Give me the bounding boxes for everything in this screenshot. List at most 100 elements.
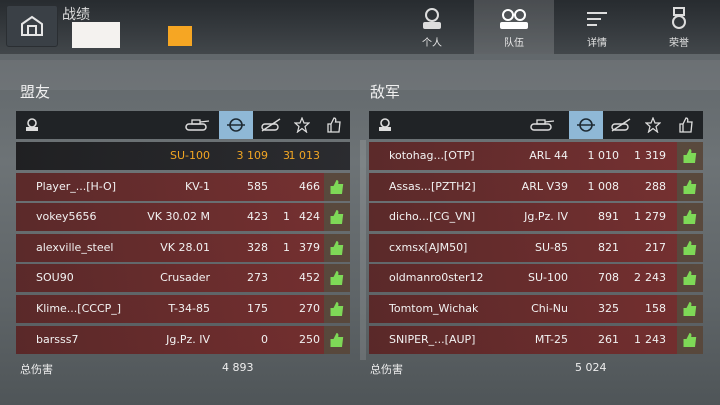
kills-value: 1	[634, 332, 641, 346]
like-button[interactable]	[677, 172, 703, 201]
crew-icon[interactable]	[375, 115, 395, 135]
table-row[interactable]: Assas...[PZTH2] ARL V39 1 008 288	[369, 172, 703, 201]
tab-label: 荣誉	[669, 38, 689, 49]
allies-header	[16, 111, 350, 139]
like-button[interactable]	[677, 325, 703, 354]
like-header-icon[interactable]	[324, 115, 344, 135]
table-row[interactable]: barsss7 Jg.Pz. IV 0 250	[16, 325, 350, 354]
damage-value: 325	[598, 301, 619, 315]
tab-details[interactable]: 详情	[557, 0, 637, 54]
damage-sort-icon[interactable]	[569, 111, 603, 139]
single-tank-crew-icon	[423, 8, 441, 29]
player-name: dicho...[CG_VN]	[389, 210, 476, 224]
like-button[interactable]	[677, 294, 703, 323]
kills-icon[interactable]	[259, 115, 283, 135]
player-name: Tomtom_Wichak	[389, 301, 479, 315]
table-row[interactable]: SOU90 Crusader 273 452	[16, 264, 350, 293]
details-lines-icon	[587, 12, 607, 26]
table-row[interactable]: SNIPER_...[AUP] MT-25 261 1 243	[369, 325, 703, 354]
player-name: SNIPER_...[AUP]	[389, 332, 476, 346]
player-name: kotohag...[OTP]	[389, 149, 475, 162]
like-button[interactable]	[324, 264, 350, 293]
kills-value: 1	[634, 149, 641, 162]
player-name: Klime...[CCCP_]	[36, 301, 122, 315]
like-header-icon[interactable]	[676, 115, 696, 135]
kills-value: 1	[634, 210, 641, 224]
top-bar: 战绩 个人 队伍 详情 荣誉	[0, 0, 720, 54]
like-button[interactable]	[324, 325, 350, 354]
score-value: 243	[645, 271, 666, 285]
thumbs-up-icon	[683, 149, 697, 163]
tank-name: Crusader	[160, 271, 210, 285]
score-value: 279	[645, 210, 666, 224]
thumbs-up-icon	[330, 301, 344, 316]
table-row[interactable]: Player_...[H-O] KV-1 585 466	[16, 172, 350, 201]
redacted-badge	[168, 26, 192, 46]
player-name: Assas...[PZTH2]	[389, 179, 476, 193]
allies-title: 盟友	[20, 83, 51, 101]
thumbs-up-icon	[330, 271, 344, 286]
tank-name: Jg.Pz. IV	[524, 210, 568, 224]
score-value: 379	[299, 240, 320, 254]
player-name: barsss7	[36, 332, 79, 346]
thumbs-up-icon	[330, 179, 344, 194]
enemies-list: kotohag...[OTP] ARL 44 1 010 1 319 Assas...[P…	[369, 142, 703, 356]
tab-label: 详情	[587, 38, 607, 49]
damage-value: 1 010	[587, 149, 620, 162]
table-row[interactable]: dicho...[CG_VN] Jg.Pz. IV 891 1 279	[369, 203, 703, 232]
damage-value: 585	[247, 179, 268, 193]
damage-value: 3 109	[236, 149, 269, 162]
score-value: 319	[645, 149, 666, 162]
table-row[interactable]: Klime...[CCCP_] T-34-85 175 270	[16, 294, 350, 323]
thumbs-up-icon	[330, 332, 344, 347]
hangar-icon	[21, 15, 43, 36]
like-button[interactable]	[324, 203, 350, 232]
allies-total-label: 总伤害	[20, 363, 53, 376]
tank-name: ARL 44	[529, 149, 568, 162]
like-button[interactable]	[677, 233, 703, 262]
tab-personal[interactable]: 个人	[392, 0, 472, 54]
damage-value: 0	[261, 332, 268, 346]
like-button[interactable]	[677, 203, 703, 232]
score-value: 466	[299, 179, 320, 193]
team-crew-icon	[500, 9, 528, 29]
kills-icon[interactable]	[609, 115, 633, 135]
table-row[interactable]: alexville_steel VK 28.01 328 1 379	[16, 233, 350, 262]
player-name: vokey5656	[36, 210, 97, 224]
score-value: 424	[299, 210, 320, 224]
like-button[interactable]	[324, 294, 350, 323]
tank-name: T-34-85	[168, 301, 210, 315]
like-button[interactable]	[677, 142, 703, 170]
crew-icon[interactable]	[22, 115, 42, 135]
thumbs-up-icon	[330, 210, 344, 225]
damage-sort-icon[interactable]	[219, 111, 253, 139]
tank-icon[interactable]	[182, 115, 212, 135]
thumbs-up-icon	[683, 332, 697, 347]
damage-value: 891	[598, 210, 619, 224]
like-button[interactable]	[324, 172, 350, 201]
tank-name: MT-25	[534, 332, 568, 346]
like-button[interactable]	[677, 264, 703, 293]
tab-team[interactable]: 队伍	[474, 0, 554, 54]
table-row[interactable]: kotohag...[OTP] ARL 44 1 010 1 319	[369, 142, 703, 170]
tank-name: KV-1	[184, 179, 210, 193]
table-row[interactable]: cxmsx[AJM50] SU-85 821 217	[369, 233, 703, 262]
star-icon[interactable]	[643, 115, 663, 135]
damage-value: 273	[247, 271, 268, 285]
tab-honors[interactable]: 荣誉	[639, 0, 719, 54]
damage-value: 175	[247, 301, 268, 315]
tab-label: 个人	[422, 38, 442, 49]
thumbs-up-icon	[683, 179, 697, 194]
tank-icon[interactable]	[527, 115, 557, 135]
star-icon[interactable]	[292, 115, 312, 135]
score-value: 452	[299, 271, 320, 285]
damage-value: 708	[598, 271, 619, 285]
hangar-home-button[interactable]	[6, 5, 58, 47]
table-row[interactable]: SU-100 3 109 3 1 013	[16, 142, 350, 170]
like-button[interactable]	[324, 233, 350, 262]
allies-list: SU-100 3 109 3 1 013 Player_...[H-O] KV-1 585 4…	[16, 142, 350, 356]
table-row[interactable]: oldmanro0ster12 SU-100 708 2 243	[369, 264, 703, 293]
table-row[interactable]: vokey5656 VK 30.02 M 423 1 424	[16, 203, 350, 232]
score-value: 270	[299, 301, 320, 315]
table-row[interactable]: Tomtom_Wichak Chi-Nu 325 158	[369, 294, 703, 323]
